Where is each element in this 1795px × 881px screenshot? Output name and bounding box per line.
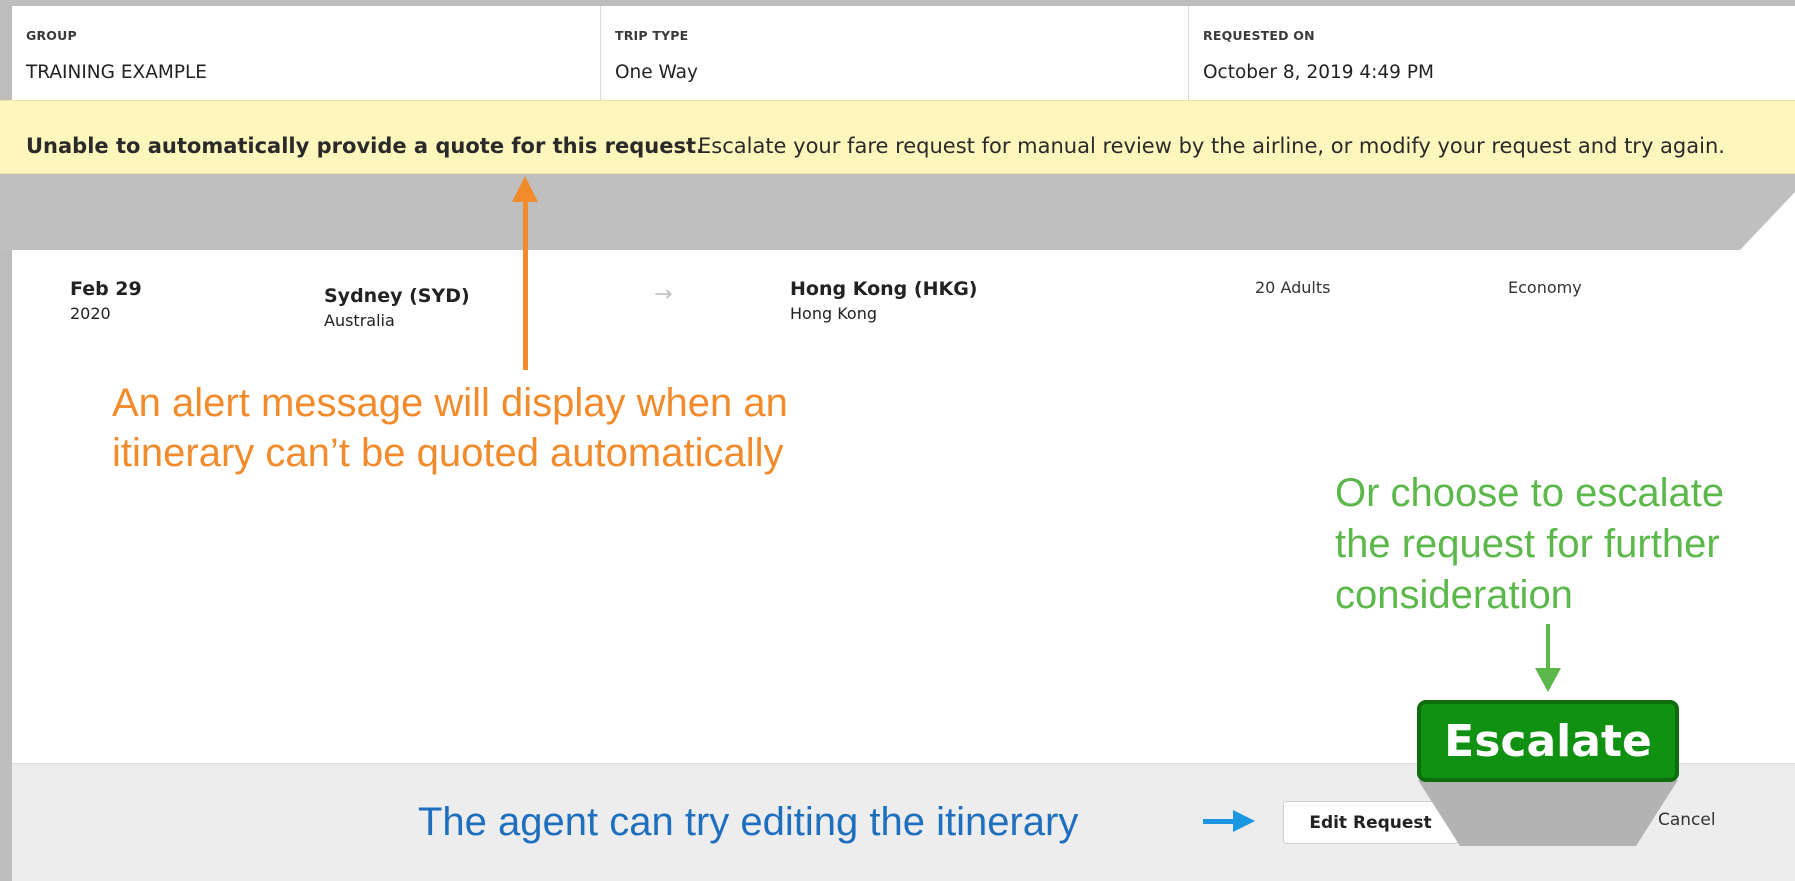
destination: Hong Kong (HKG) Hong Kong [790,278,977,323]
route-arrow-icon: → [654,282,673,307]
group-column: GROUP TRAINING EXAMPLE [12,6,600,100]
requested-on-label: REQUESTED ON [1203,28,1315,43]
destination-city: Hong Kong (HKG) [790,278,978,300]
group-value: TRAINING EXAMPLE [26,62,207,83]
alert-title: Unable to automatically provide a quote … [26,134,704,158]
alert-annotation: An alert message will display when an it… [112,381,788,475]
edit-pointer-arrow-icon [1233,810,1255,832]
escalate-button[interactable]: Escalate [1417,700,1679,782]
callout-band [0,174,1795,250]
cancel-link[interactable]: Cancel [1658,810,1716,830]
trip-type-column: TRIP TYPE One Way [601,6,1188,100]
group-label: GROUP [26,28,77,43]
trip-type-label: TRIP TYPE [615,28,689,43]
alert-message: Escalate your fare request for manual re… [698,134,1725,158]
quote-alert-banner: Unable to automatically provide a quote … [0,100,1795,174]
escalate-pointer-line [1546,624,1550,670]
origin: Sydney (SYD) Australia [324,285,470,330]
origin-country: Australia [324,311,395,330]
escalate-pointer-arrow-icon [1535,668,1561,692]
edit-pointer-line [1203,819,1237,824]
requested-on-value: October 8, 2019 4:49 PM [1203,62,1434,83]
trip-type-value: One Way [615,62,698,83]
flight-date-day: Feb 29 [70,278,142,300]
alert-pointer-line [523,198,528,370]
destination-country: Hong Kong [790,304,877,323]
passenger-count: 20 Adults [1255,278,1331,297]
origin-city: Sydney (SYD) [324,285,470,307]
flight-date-year: 2020 [70,304,111,323]
escalate-annotation: Or choose to escalate the request for fu… [1335,471,1725,617]
cabin-class: Economy [1508,278,1582,297]
edit-request-button[interactable]: Edit Request [1283,801,1458,844]
zoom-callout [1418,780,1678,846]
requested-on-column: REQUESTED ON October 8, 2019 4:49 PM [1189,6,1795,100]
edit-annotation: The agent can try editing the itinerary [418,800,1079,844]
flight-date: Feb 29 2020 [70,278,142,323]
